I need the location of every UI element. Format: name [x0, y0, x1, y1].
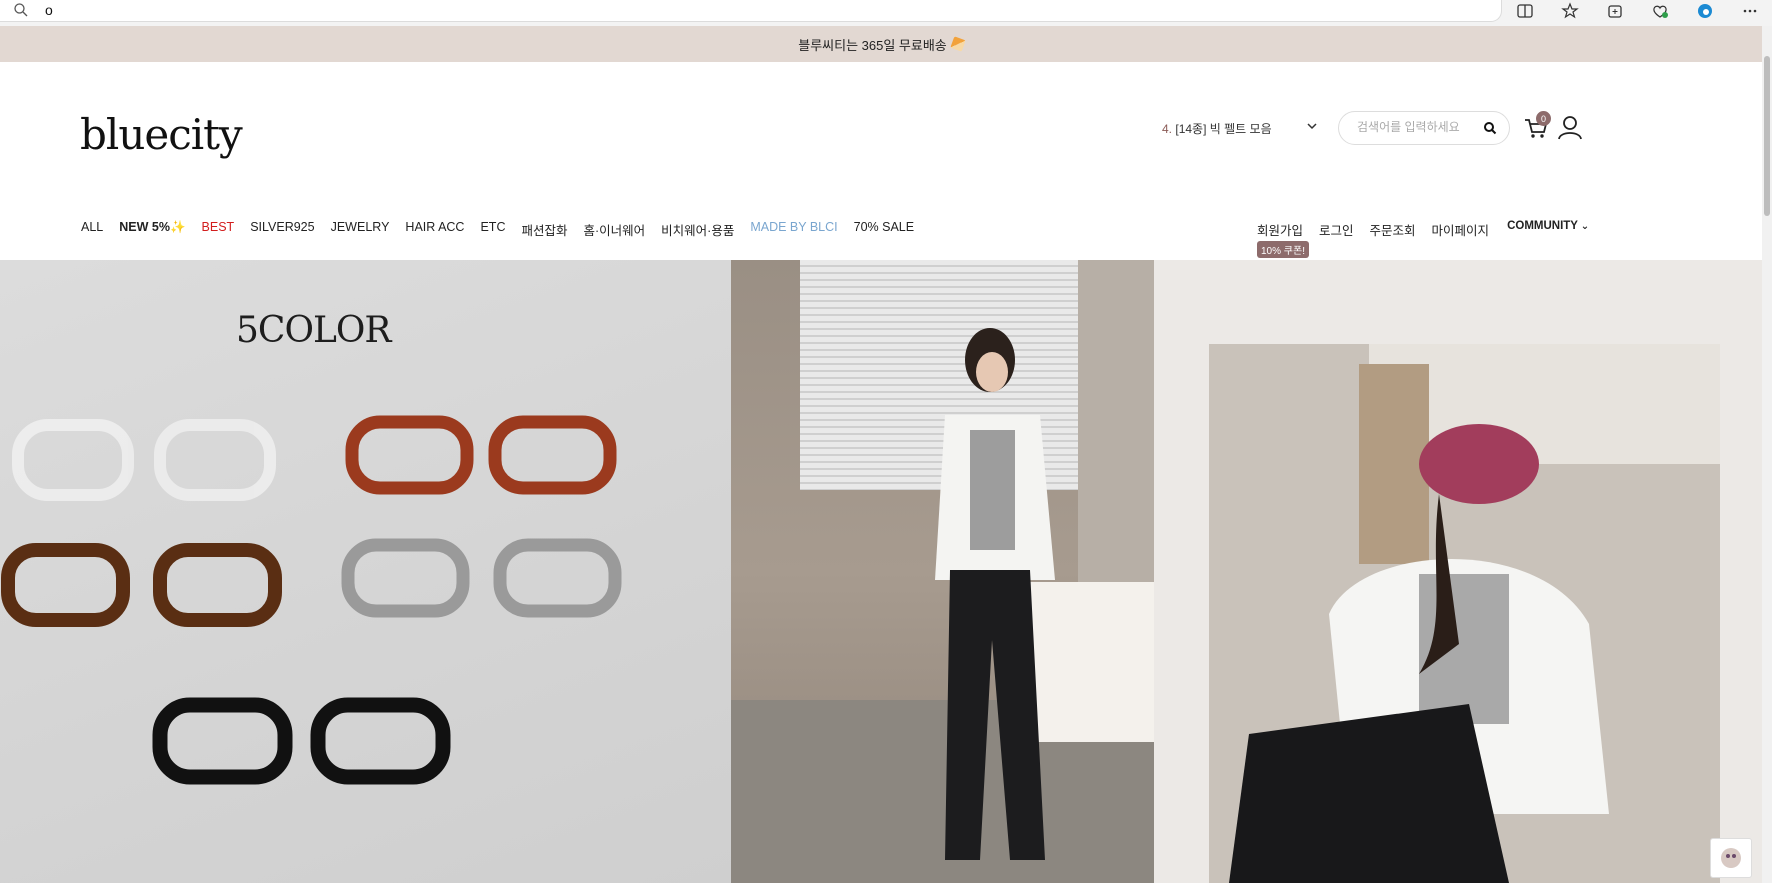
announcement-text: 블루씨티는 365일 무료배송 [798, 37, 947, 53]
split-screen-icon[interactable] [1502, 0, 1547, 22]
model-figure [935, 328, 1055, 860]
coupon-badge: 10% 쿠폰! [1257, 241, 1309, 258]
address-text[interactable]: o [45, 2, 53, 18]
site-logo[interactable]: bluecity [80, 110, 243, 159]
favorites-star-icon[interactable] [1547, 0, 1592, 22]
eyeglasses-image [1, 415, 622, 785]
model-photo-sitting [1209, 344, 1720, 883]
nav-etc[interactable]: ETC [480, 220, 505, 239]
nav-beachwear[interactable]: 비치웨어·용품 [661, 220, 734, 239]
login-link[interactable]: 로그인 [1319, 220, 1354, 239]
nav-sale[interactable]: 70% SALE [854, 220, 914, 239]
signup-link[interactable]: 회원가입 [1257, 220, 1303, 239]
nav-jewelry[interactable]: JEWELRY [331, 220, 390, 239]
nav-silver925[interactable]: SILVER925 [250, 220, 314, 239]
nav-made-by-blci[interactable]: MADE BY BLCI [750, 220, 837, 239]
browser-essentials-icon[interactable] [1637, 0, 1682, 22]
more-icon[interactable] [1727, 0, 1772, 22]
community-menu[interactable]: COMMUNITY [1507, 220, 1589, 239]
chat-avatar-icon [1721, 848, 1741, 868]
category-nav: ALL NEW 5%✨ BEST SILVER925 JEWELRY HAIR … [81, 220, 914, 239]
promo-dropdown[interactable]: 4. [14종] 빅 펠트 모음 [1162, 120, 1322, 137]
cart-count-badge: 0 [1536, 111, 1551, 126]
nav-hair-acc[interactable]: HAIR ACC [405, 220, 464, 239]
nav-home-innerwear[interactable]: 홈·이너웨어 [583, 220, 645, 239]
collections-icon[interactable] [1592, 0, 1637, 22]
browser-toolbar: o [0, 0, 1772, 26]
announcement-bar: 블루씨티는 365일 무료배송 [0, 26, 1762, 62]
chevron-down-icon[interactable] [1305, 119, 1319, 133]
promo-rank: 4. [1162, 122, 1173, 136]
hero-title: 5COLOR [236, 310, 391, 351]
hero-banner[interactable]: 5COLOR [0, 260, 1762, 883]
glasses-photo: 5COLOR [0, 260, 731, 883]
nav-best[interactable]: BEST [202, 220, 235, 239]
search-icon[interactable] [1483, 121, 1497, 135]
page-scrollbar[interactable] [1762, 26, 1772, 883]
chat-button[interactable] [1710, 838, 1752, 878]
scrollbar-thumb[interactable] [1764, 56, 1770, 216]
nav-new[interactable]: NEW 5%✨ [119, 220, 185, 239]
nav-all[interactable]: ALL [81, 220, 103, 239]
order-lookup-link[interactable]: 주문조회 [1370, 220, 1416, 239]
nav-fashion-goods[interactable]: 패션잡화 [521, 220, 567, 239]
search-input[interactable] [1357, 120, 1477, 134]
mypage-link[interactable]: 마이페이지 [1432, 220, 1490, 239]
user-icon[interactable] [1557, 114, 1583, 140]
search-box [1338, 111, 1510, 145]
search-icon [14, 3, 28, 17]
party-emoji-icon [950, 36, 966, 52]
promo-text: [14종] 빅 펠트 모음 [1175, 122, 1272, 136]
edge-icon[interactable] [1682, 0, 1727, 22]
utility-nav: 회원가입 로그인 주문조회 마이페이지 COMMUNITY [1257, 220, 1589, 239]
address-bar[interactable]: o [0, 0, 1502, 22]
